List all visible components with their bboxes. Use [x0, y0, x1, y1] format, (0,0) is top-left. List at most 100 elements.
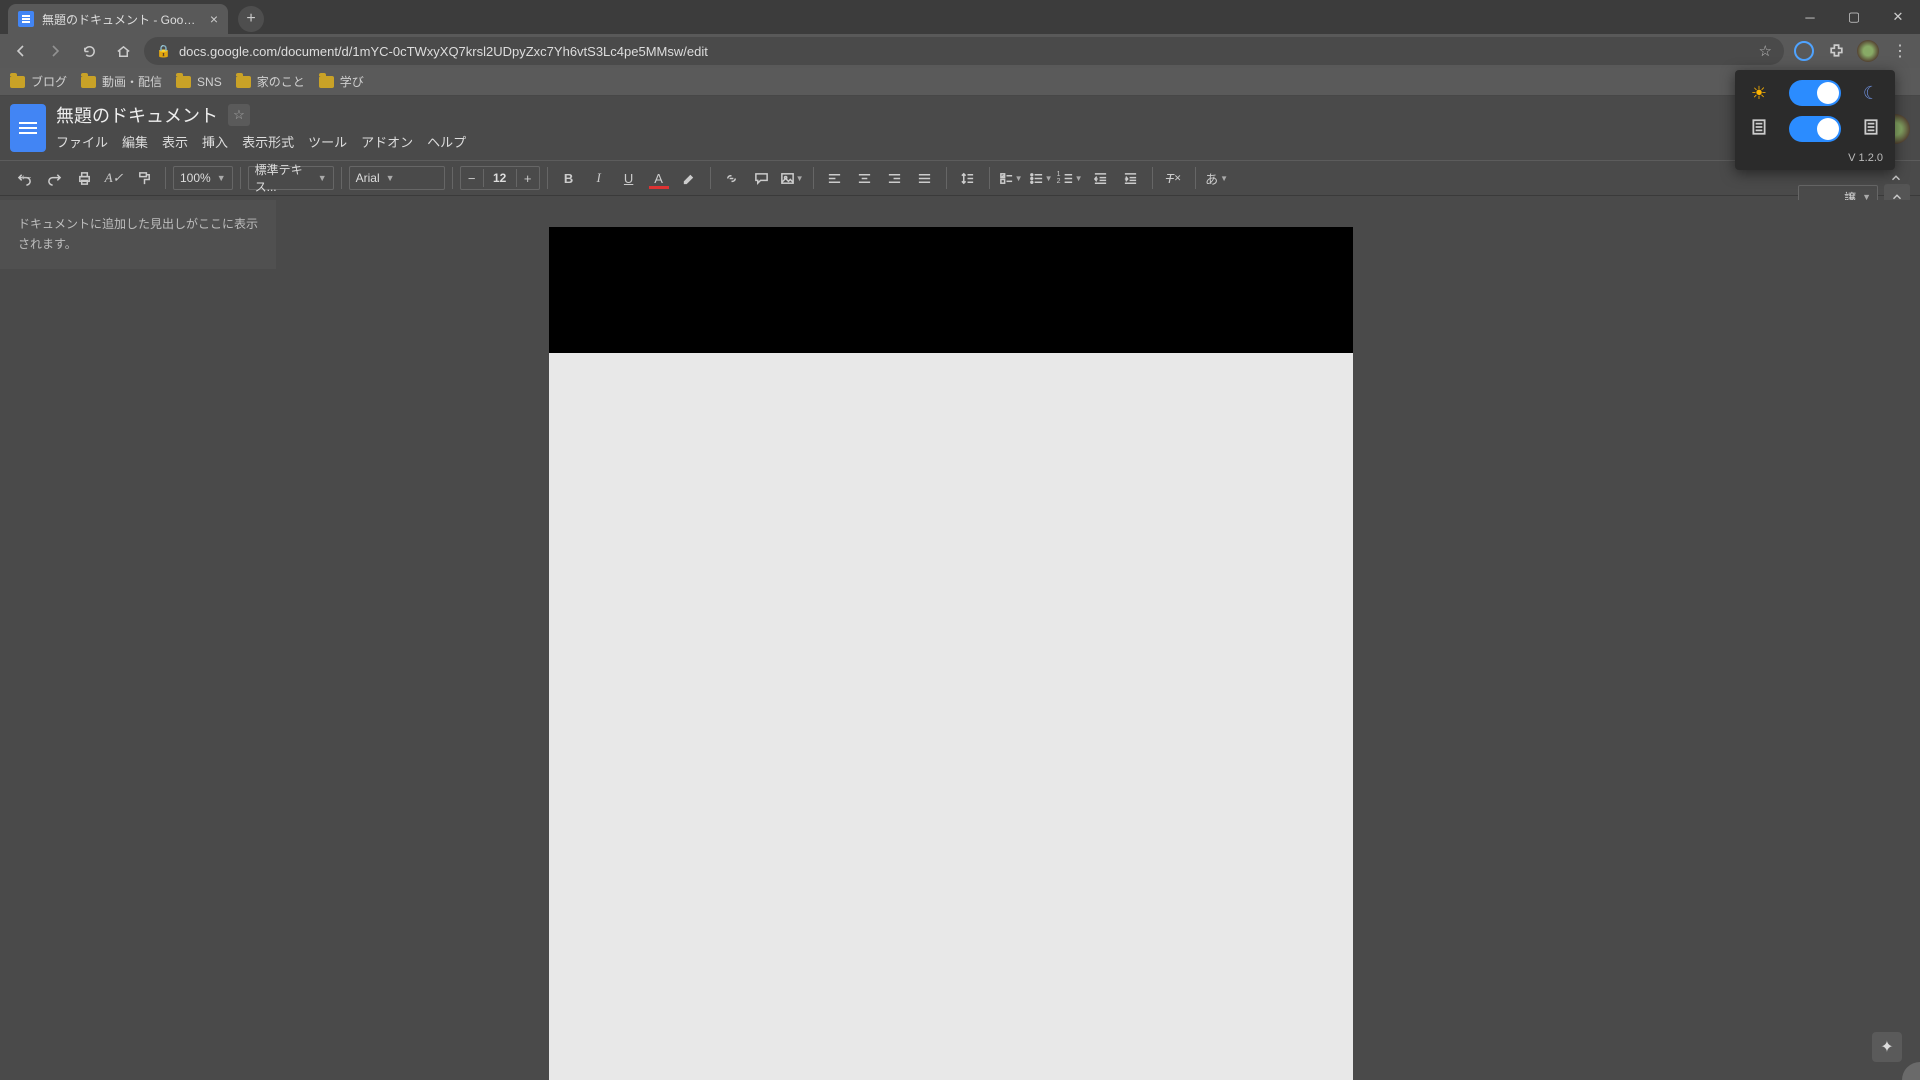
- document-outline-panel: ← ドキュメントに追加した見出しがここに表示されます。: [0, 200, 276, 269]
- document-page[interactable]: [549, 227, 1353, 1080]
- menu-help[interactable]: ヘルプ: [427, 132, 466, 151]
- folder-icon: [10, 76, 25, 88]
- back-button[interactable]: [8, 38, 34, 64]
- docs-menubar: ファイル 編集 表示 挿入 表示形式 ツール アドオン ヘルプ: [56, 132, 466, 151]
- bookmarks-bar: ブログ 動画・配信 SNS 家のこと 学び: [0, 68, 1920, 96]
- bookmark-label: 動画・配信: [102, 73, 162, 90]
- window-controls: ─ ▢ ✕: [1788, 0, 1920, 34]
- url-text: docs.google.com/document/d/1mYC-0cTWxyXQ…: [179, 44, 708, 59]
- ime-label: あ: [1205, 169, 1218, 188]
- bookmark-label: SNS: [197, 75, 222, 89]
- explore-button[interactable]: ✦: [1872, 1032, 1902, 1062]
- star-document-button[interactable]: ☆: [228, 104, 250, 126]
- font-size-decrease[interactable]: −: [461, 167, 483, 189]
- browser-addressbar: 🔒 docs.google.com/document/d/1mYC-0cTWxy…: [0, 34, 1920, 68]
- menu-addons[interactable]: アドオン: [361, 132, 413, 151]
- browser-tabstrip: 無題のドキュメント - Google ドキュ × + ─ ▢ ✕: [0, 0, 1920, 34]
- styles-value: 標準テキス...: [255, 161, 312, 195]
- chrome-menu-button[interactable]: ⋮: [1888, 39, 1912, 63]
- align-left-button[interactable]: [821, 165, 849, 191]
- extensions-puzzle-icon[interactable]: [1824, 39, 1848, 63]
- text-color-button[interactable]: A: [645, 165, 673, 191]
- menu-edit[interactable]: 編集: [122, 132, 148, 151]
- insert-comment-button[interactable]: [748, 165, 776, 191]
- folder-icon: [176, 76, 191, 88]
- folder-icon: [236, 76, 251, 88]
- docs-header: 無題のドキュメント ☆ ファイル 編集 表示 挿入 表示形式 ツール アドオン …: [0, 96, 1920, 160]
- font-size-value[interactable]: 12: [483, 169, 517, 187]
- bold-button[interactable]: B: [555, 165, 583, 191]
- menu-file[interactable]: ファイル: [56, 132, 108, 151]
- bookmark-folder[interactable]: 学び: [319, 73, 364, 90]
- align-center-button[interactable]: [851, 165, 879, 191]
- indent-increase-button[interactable]: [1117, 165, 1145, 191]
- bookmark-label: 学び: [340, 73, 364, 90]
- numbered-list-button[interactable]: 12▼: [1057, 165, 1085, 191]
- menu-tools[interactable]: ツール: [308, 132, 347, 151]
- document-canvas[interactable]: [276, 200, 1920, 1080]
- styles-dropdown[interactable]: 標準テキス...▼: [248, 166, 334, 190]
- docs-toolbar: A✓ 100%▼ 標準テキス...▼ Arial▼ − 12 + B I U A…: [0, 160, 1920, 196]
- bookmark-label: 家のこと: [257, 73, 305, 90]
- close-window-button[interactable]: ✕: [1876, 0, 1920, 34]
- redo-button[interactable]: [40, 165, 68, 191]
- bulleted-list-button[interactable]: ▼: [1027, 165, 1055, 191]
- folder-icon: [319, 76, 334, 88]
- forward-button[interactable]: [42, 38, 68, 64]
- close-tab-icon[interactable]: ×: [210, 11, 218, 27]
- bookmark-folder[interactable]: ブログ: [10, 73, 67, 90]
- page-light-icon: [1747, 118, 1771, 141]
- align-right-button[interactable]: [881, 165, 909, 191]
- bookmark-folder[interactable]: 動画・配信: [81, 73, 162, 90]
- browser-tab[interactable]: 無題のドキュメント - Google ドキュ ×: [8, 4, 228, 34]
- bookmark-folder[interactable]: 家のこと: [236, 73, 305, 90]
- docs-favicon: [18, 11, 34, 27]
- new-tab-button[interactable]: +: [238, 6, 264, 32]
- align-justify-button[interactable]: [911, 165, 939, 191]
- tab-title: 無題のドキュメント - Google ドキュ: [42, 11, 202, 28]
- moon-icon: ☾: [1859, 83, 1883, 104]
- home-button[interactable]: [110, 38, 136, 64]
- insert-image-button[interactable]: ▼: [778, 165, 806, 191]
- page-dark-icon: [1859, 118, 1883, 141]
- indent-decrease-button[interactable]: [1087, 165, 1115, 191]
- bookmark-star-icon[interactable]: ☆: [1759, 42, 1772, 60]
- checklist-button[interactable]: ▼: [997, 165, 1025, 191]
- document-title[interactable]: 無題のドキュメント: [56, 102, 218, 128]
- font-size-group: − 12 +: [460, 166, 540, 190]
- paint-format-button[interactable]: [130, 165, 158, 191]
- italic-button[interactable]: I: [585, 165, 613, 191]
- reload-button[interactable]: [76, 38, 102, 64]
- menu-insert[interactable]: 挿入: [202, 132, 228, 151]
- omnibox[interactable]: 🔒 docs.google.com/document/d/1mYC-0cTWxy…: [144, 37, 1784, 65]
- docs-logo-icon[interactable]: [10, 104, 46, 152]
- page-header-area[interactable]: [549, 227, 1353, 353]
- line-spacing-button[interactable]: [954, 165, 982, 191]
- darkmode-global-toggle[interactable]: [1789, 80, 1841, 106]
- extension-circle-icon[interactable]: [1792, 39, 1816, 63]
- outline-collapse-button[interactable]: ←: [18, 162, 34, 189]
- menu-view[interactable]: 表示: [162, 132, 188, 151]
- print-button[interactable]: [70, 165, 98, 191]
- sun-icon: ☀: [1747, 83, 1771, 104]
- darkmode-site-toggle[interactable]: [1789, 116, 1841, 142]
- zoom-dropdown[interactable]: 100%▼: [173, 166, 233, 190]
- maximize-button[interactable]: ▢: [1832, 0, 1876, 34]
- font-value: Arial: [356, 171, 380, 185]
- insert-link-button[interactable]: [718, 165, 746, 191]
- minimize-button[interactable]: ─: [1788, 0, 1832, 34]
- underline-button[interactable]: U: [615, 165, 643, 191]
- font-size-increase[interactable]: +: [517, 167, 539, 189]
- spellcheck-button[interactable]: A✓: [100, 165, 128, 191]
- folder-icon: [81, 76, 96, 88]
- highlight-button[interactable]: [675, 165, 703, 191]
- profile-avatar[interactable]: [1856, 39, 1880, 63]
- zoom-value: 100%: [180, 171, 211, 185]
- outline-hint-text: ドキュメントに追加した見出しがここに表示されます。: [18, 214, 258, 255]
- clear-formatting-button[interactable]: T✕: [1160, 165, 1188, 191]
- menu-format[interactable]: 表示形式: [242, 132, 294, 151]
- extension-popup: ☀ ☾ V 1.2.0: [1735, 70, 1895, 170]
- input-tools-button[interactable]: あ▼: [1203, 165, 1231, 191]
- font-dropdown[interactable]: Arial▼: [349, 166, 445, 190]
- bookmark-folder[interactable]: SNS: [176, 75, 222, 89]
